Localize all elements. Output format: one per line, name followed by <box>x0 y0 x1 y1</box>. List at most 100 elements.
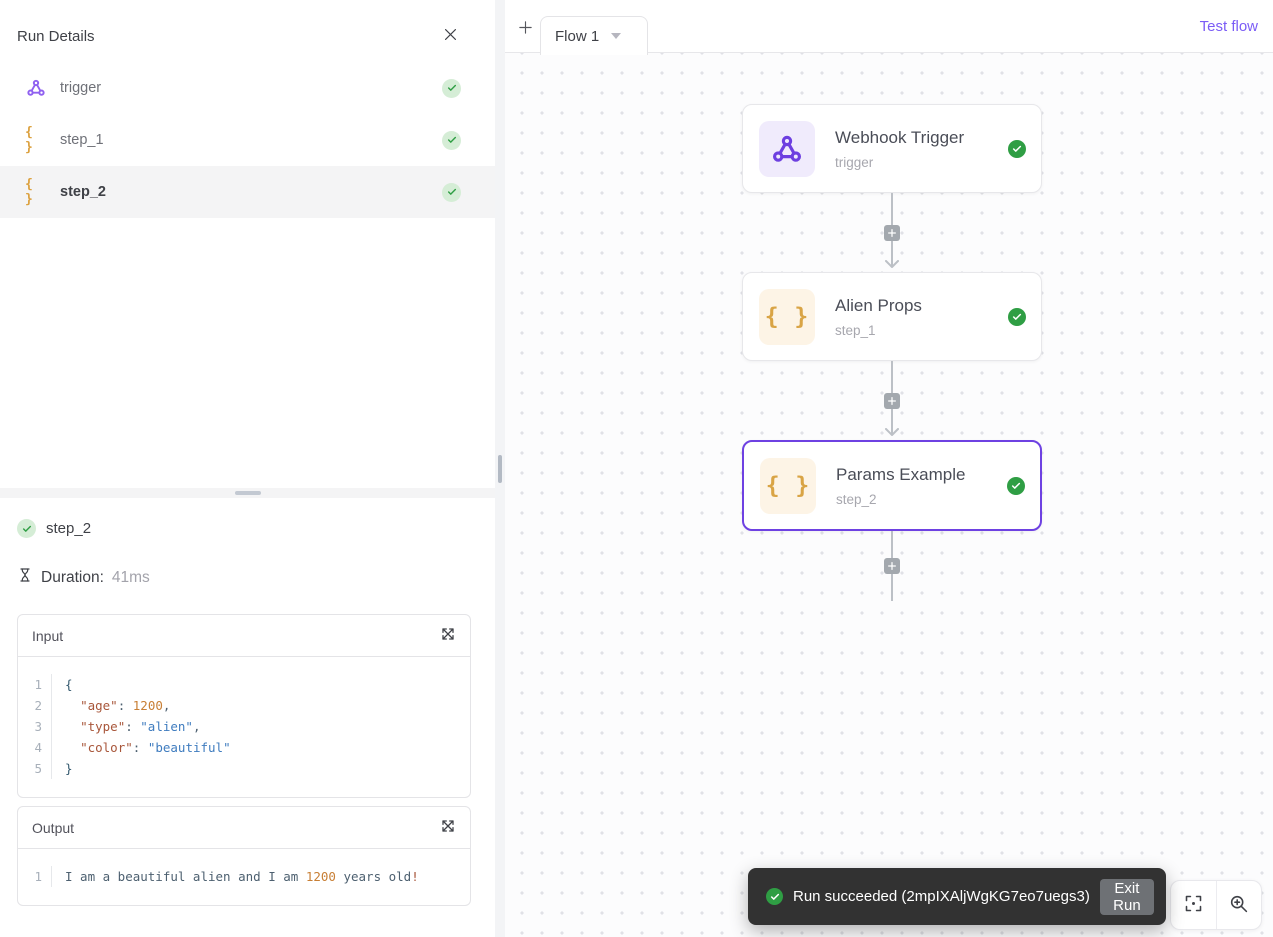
line-number: 4 <box>18 737 52 758</box>
expand-icon <box>440 818 456 837</box>
run-details-panel: Run Details trigger {} step_1 {} step_… <box>0 0 495 937</box>
step-row-trigger[interactable]: trigger <box>0 62 495 114</box>
code-line: 3 "type": "alien", <box>18 716 470 737</box>
connector <box>742 193 1042 272</box>
success-check-badge <box>1007 476 1025 495</box>
toast-message: Run succeeded (2mpIXAljWgKG7eo7uegs3) <box>793 888 1090 905</box>
expand-input-button[interactable] <box>440 626 456 645</box>
code-text: } <box>65 761 73 776</box>
zoom-in-icon <box>1228 893 1249 917</box>
code-line: 1 I am a beautiful alien and I am 1200 ye… <box>18 866 470 887</box>
add-step-button[interactable] <box>884 392 900 409</box>
node-title: Alien Props <box>835 295 922 315</box>
node-subtitle: step_2 <box>836 491 877 507</box>
step-row-label: trigger <box>60 80 102 96</box>
output-card-header: Output <box>18 807 470 849</box>
hourglass-icon <box>17 567 33 588</box>
line-number: 3 <box>18 716 52 737</box>
output-card: Output 1 I am a beautiful alien and I am … <box>17 806 471 906</box>
flow-tab-label: Flow 1 <box>555 27 600 45</box>
webhook-icon <box>759 120 815 177</box>
line-number: 1 <box>18 674 52 695</box>
webhook-icon <box>25 78 47 98</box>
flow-node-alien-props[interactable]: Alien Props step_1 <box>742 272 1042 361</box>
node-title: Params Example <box>836 464 966 484</box>
panel-resize-handle-vertical[interactable] <box>495 0 505 937</box>
flow-node-params-example[interactable]: Params Example step_2 <box>742 440 1042 531</box>
code-text: "age": 1200, <box>80 698 171 713</box>
drag-grip <box>498 454 502 483</box>
add-step-button[interactable] <box>884 558 900 574</box>
fit-to-view-button[interactable] <box>1171 881 1216 929</box>
run-steps-section: Run Details trigger {} step_1 {} step_… <box>0 0 495 488</box>
focus-center-icon <box>1183 893 1204 917</box>
flow-node-webhook-trigger[interactable]: Webhook Trigger trigger <box>742 104 1042 193</box>
app-window: Run Details trigger {} step_1 {} step_… <box>0 0 1273 937</box>
success-check-icon <box>766 888 783 905</box>
success-check-badge <box>1008 307 1026 326</box>
canvas-zoom-toolbar <box>1170 880 1262 930</box>
braces-icon <box>759 288 815 345</box>
flow-tabbar: Flow 1 Test flow <box>505 0 1273 55</box>
flow-tab[interactable]: Flow 1 <box>540 16 648 55</box>
code-text: { <box>65 677 73 692</box>
node-title: Webhook Trigger <box>835 127 965 147</box>
expand-output-button[interactable] <box>440 818 456 837</box>
success-check-badge <box>442 78 461 98</box>
input-card-header: Input <box>18 615 470 657</box>
line-number: 5 <box>18 758 52 779</box>
node-subtitle: trigger <box>835 154 874 170</box>
braces-icon <box>25 125 47 155</box>
code-text: "type": "alien", <box>80 719 201 734</box>
step-row-step-2[interactable]: step_2 <box>0 166 495 218</box>
code-line: 2 "age": 1200, <box>18 695 470 716</box>
code-text: I am a beautiful alien and I am 1200 yea… <box>65 869 419 884</box>
run-succeeded-toast: Run succeeded (2mpIXAljWgKG7eo7uegs3) Ex… <box>748 868 1166 925</box>
drag-grip <box>234 491 261 495</box>
node-texts: Webhook Trigger trigger <box>835 128 1025 170</box>
input-code-block: 1{2 "age": 1200, 3 "type": "alien", 4 "col… <box>18 657 470 797</box>
duration-value: 41ms <box>111 568 150 586</box>
panel-header: Run Details <box>0 0 495 62</box>
step-row-step-1[interactable]: step_1 <box>0 114 495 166</box>
success-check-badge <box>442 182 461 202</box>
node-texts: Alien Props step_1 <box>835 296 1025 338</box>
step-heading: step_2 <box>17 519 471 538</box>
connector <box>742 531 1042 601</box>
node-subtitle: step_1 <box>835 322 876 338</box>
close-panel-button[interactable] <box>442 26 459 46</box>
output-label: Output <box>32 819 75 836</box>
code-text: "color": "beautiful" <box>80 740 231 755</box>
add-flow-button[interactable] <box>517 19 534 39</box>
exit-run-button[interactable]: Exit Run <box>1099 878 1154 915</box>
code-line: 5} <box>18 758 470 779</box>
step-row-label: step_2 <box>60 184 106 200</box>
add-step-button[interactable] <box>884 224 900 241</box>
panel-resize-handle-horizontal[interactable] <box>0 488 495 498</box>
selected-step-name: step_2 <box>46 520 92 537</box>
output-code-block: 1 I am a beautiful alien and I am 1200 ye… <box>18 849 470 905</box>
step-details-section: step_2 Duration: 41ms Input 1 {2 "age":… <box>0 498 495 937</box>
braces-icon <box>25 177 47 207</box>
node-texts: Params Example step_2 <box>836 465 1024 507</box>
input-card: Input 1{2 "age": 1200, 3 "type": "alien",… <box>17 614 471 798</box>
success-check-badge <box>442 130 461 150</box>
duration-row: Duration: 41ms <box>17 567 471 588</box>
zoom-in-button[interactable] <box>1215 881 1262 929</box>
expand-icon <box>440 626 456 645</box>
success-check-badge <box>1008 139 1026 158</box>
code-line: 1{ <box>18 674 470 695</box>
flow-canvas: Flow 1 Test flow Webhook Trigger trigger <box>505 0 1273 937</box>
step-row-label: step_1 <box>60 132 104 148</box>
code-line: 4 "color": "beautiful" <box>18 737 470 758</box>
chevron-down-icon <box>611 33 622 39</box>
close-icon <box>442 26 459 46</box>
success-check-badge <box>17 519 36 538</box>
line-number: 2 <box>18 695 52 716</box>
flow-graph-area[interactable]: Webhook Trigger trigger {} Alien Props … <box>505 53 1273 937</box>
plus-icon <box>517 19 534 39</box>
connector <box>742 361 1042 440</box>
line-number: 1 <box>18 866 52 887</box>
input-label: Input <box>32 627 64 644</box>
test-flow-button[interactable]: Test flow <box>1200 18 1258 35</box>
